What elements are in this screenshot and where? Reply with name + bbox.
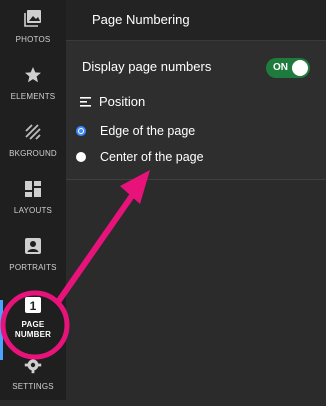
sidebar-item-settings[interactable]: SETTINGS — [0, 350, 66, 406]
position-option-edge[interactable]: Edge of the page — [76, 124, 195, 138]
position-heading: Position — [99, 94, 146, 109]
empty-panel-area — [66, 180, 326, 400]
gear-icon — [24, 356, 42, 374]
sidebar-item-page-number[interactable]: 1 PAGE NUMBER — [0, 290, 66, 350]
sidebar-item-label: BKGROUND — [9, 149, 57, 158]
align-left-icon — [80, 96, 91, 107]
radio-button-selected[interactable] — [76, 126, 86, 136]
sidebar-item-label: PORTRAITS — [9, 263, 57, 272]
sidebar-item-portraits[interactable]: PORTRAITS — [0, 228, 66, 284]
radio-button[interactable] — [76, 152, 86, 162]
layouts-icon — [25, 181, 41, 197]
position-section-header: Position — [80, 94, 145, 109]
toggle-knob — [292, 60, 308, 76]
toggle-state-label: ON — [273, 62, 288, 73]
page-numbering-panel: Display page numbers ON Position Edge of… — [66, 41, 326, 180]
sidebar-item-label: PAGE NUMBER — [14, 320, 52, 339]
position-option-label: Edge of the page — [100, 124, 196, 138]
active-indicator — [0, 300, 3, 360]
sidebar-item-label: PHOTOS — [15, 35, 51, 44]
position-option-label: Center of the page — [100, 150, 204, 164]
sidebar-item-label: SETTINGS — [12, 382, 54, 391]
background-pattern-icon — [25, 124, 41, 140]
sidebar-item-layouts[interactable]: LAYOUTS — [0, 171, 66, 227]
page-number-icon: 1 — [25, 297, 41, 313]
display-page-numbers-label: Display page numbers — [82, 59, 212, 74]
sidebar-item-background[interactable]: BKGROUND — [0, 114, 66, 170]
portrait-icon — [25, 238, 41, 254]
sidebar-item-photos[interactable]: PHOTOS — [0, 0, 66, 56]
panel-header: Page Numbering — [66, 0, 326, 41]
page-number-badge: 1 — [30, 299, 37, 313]
display-page-numbers-toggle[interactable]: ON — [266, 58, 310, 78]
sidebar-item-elements[interactable]: ELEMENTS — [0, 57, 66, 113]
panel-title: Page Numbering — [92, 12, 190, 27]
photos-icon — [24, 10, 41, 27]
sidebar: PHOTOS ELEMENTS BKGROUND LAYOUTS PORTRAI… — [0, 0, 66, 400]
position-option-center[interactable]: Center of the page — [76, 150, 204, 164]
sidebar-item-label: ELEMENTS — [10, 92, 56, 101]
star-icon — [25, 67, 41, 83]
sidebar-item-label: LAYOUTS — [13, 206, 53, 215]
